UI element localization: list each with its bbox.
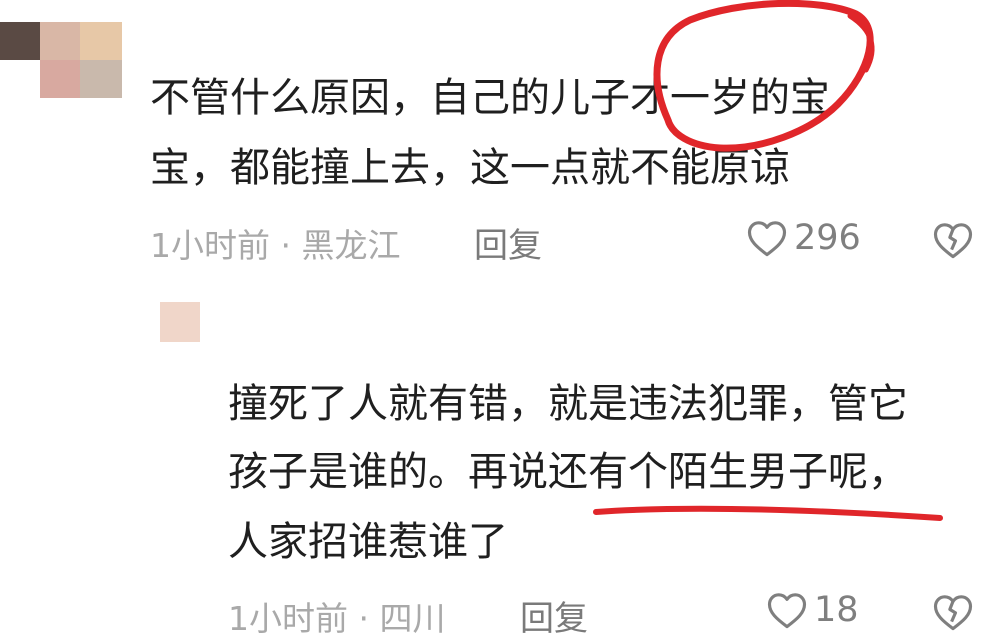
broken-heart-icon[interactable]: [932, 220, 974, 260]
reply-button[interactable]: 回复: [520, 591, 588, 640]
like-button[interactable]: 18: [766, 590, 859, 630]
time-location: 1小时前 · 黑龙江: [150, 226, 401, 265]
like-button[interactable]: 296: [746, 218, 861, 258]
comment-text-line: 孩子是谁的。再说还有个陌生男子呢，: [228, 449, 908, 495]
comment-text-line: 宝，都能撞上去，这一点就不能原谅: [150, 145, 790, 191]
broken-heart-icon[interactable]: [932, 592, 974, 632]
comment-text-line: 人家招谁惹谁了: [228, 519, 508, 565]
heart-icon: [747, 221, 787, 257]
comment-text-line: 不管什么原因，自己的儿子才一岁的宝: [150, 75, 830, 121]
like-count: 296: [794, 218, 861, 258]
comment-text-line: 撞死了人就有错，就是违法犯罪，管它: [228, 381, 908, 427]
reply-button[interactable]: 回复: [474, 218, 542, 267]
like-count: 18: [814, 590, 859, 630]
heart-icon: [767, 593, 807, 629]
time-location: 1小时前 · 四川: [228, 599, 446, 638]
avatar[interactable]: [0, 22, 122, 98]
avatar[interactable]: [160, 302, 200, 342]
